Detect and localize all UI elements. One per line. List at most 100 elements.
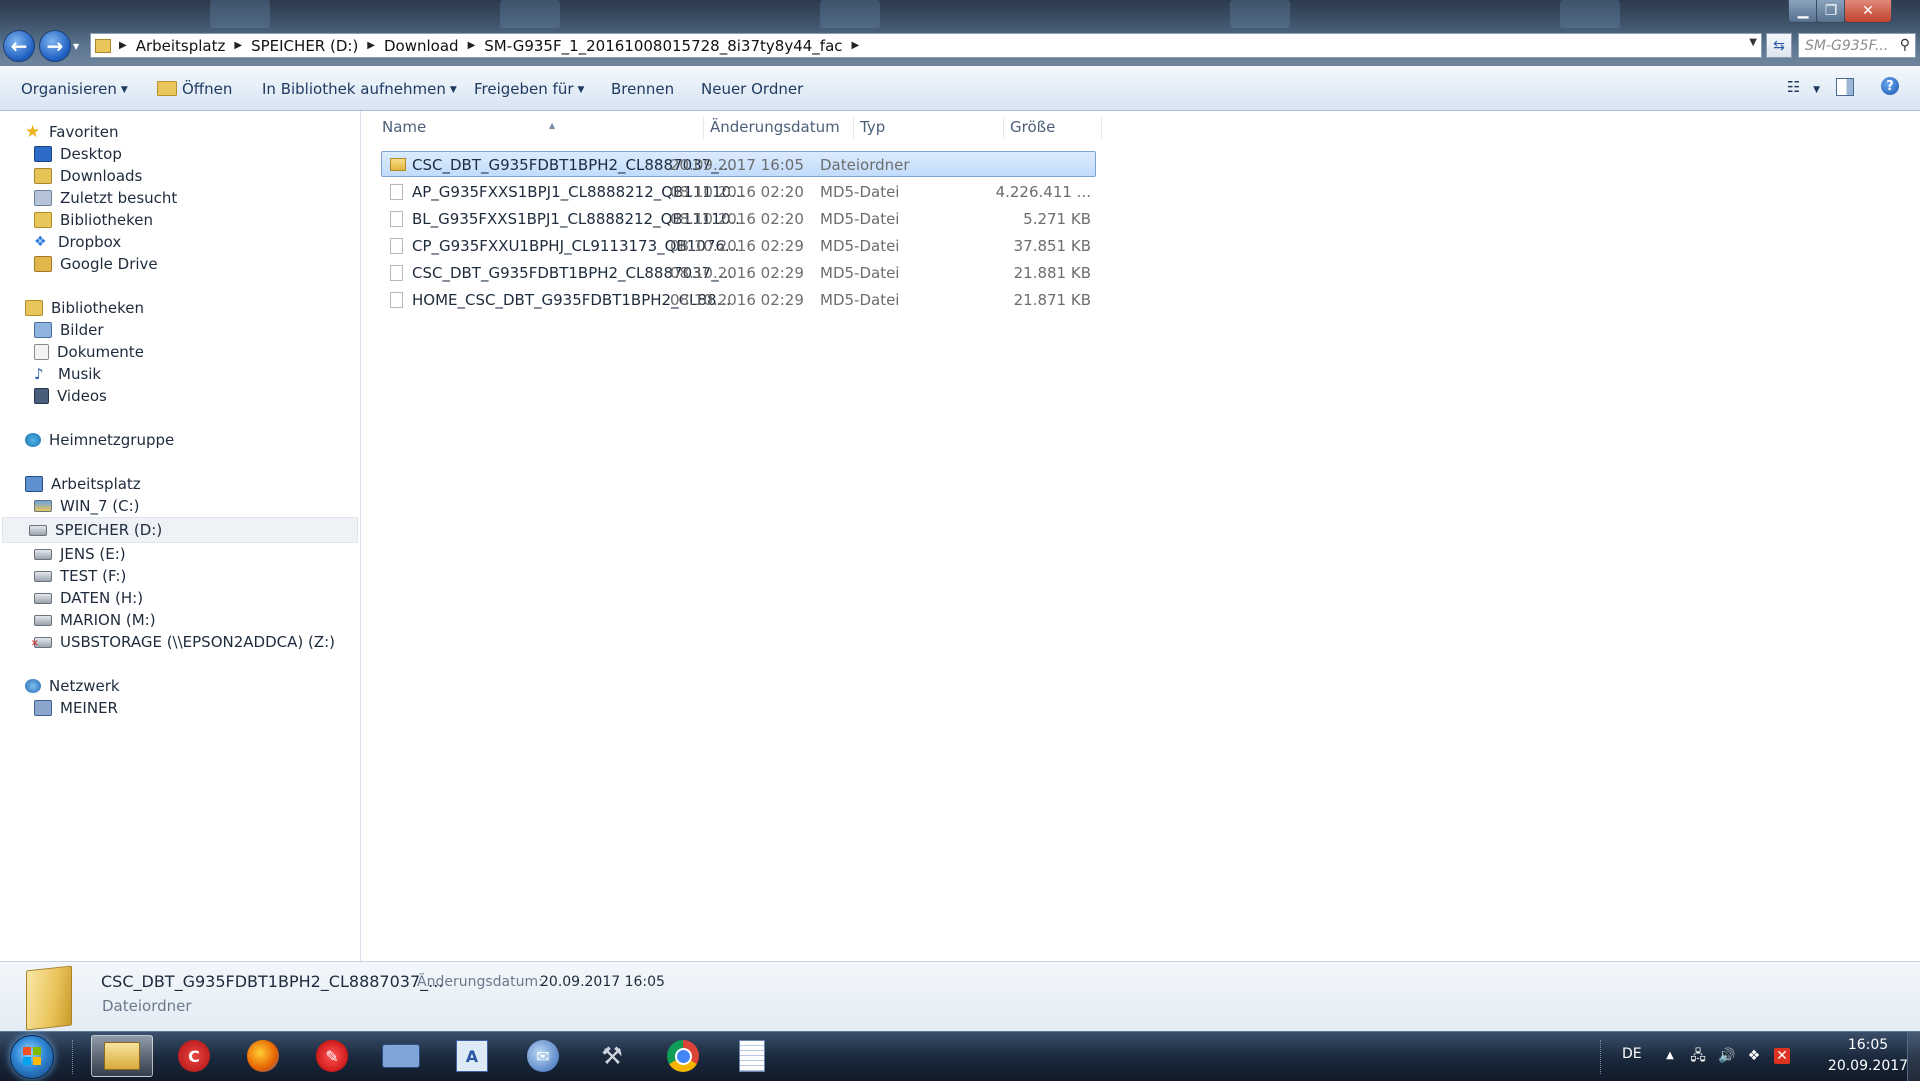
- taskbar-app-paint[interactable]: ✎: [301, 1035, 363, 1077]
- nav-libraries[interactable]: Bibliotheken: [25, 297, 144, 319]
- taskbar-keyboard[interactable]: [370, 1035, 432, 1077]
- minimize-button[interactable]: ▁: [1788, 0, 1818, 23]
- search-input[interactable]: SM-G935F... ⚲: [1798, 33, 1916, 58]
- nav-host-meiner[interactable]: MEINER: [34, 697, 118, 719]
- file-row[interactable]: HOME_CSC_DBT_G935FDBT1BPH2_CL88... 08.10…: [381, 286, 1096, 312]
- show-desktop-button[interactable]: [1907, 1032, 1920, 1081]
- show-hidden-icons-icon[interactable]: ▲: [1662, 1048, 1678, 1064]
- taskbar-chrome[interactable]: [652, 1035, 714, 1077]
- nav-network-label: Netzwerk: [49, 677, 120, 695]
- add-to-library-menu[interactable]: In Bibliothek aufnehmen ▼: [262, 80, 457, 98]
- recent-pages-chevron-icon[interactable]: ▼: [73, 42, 79, 51]
- breadcrumb-separator-icon[interactable]: ▶: [232, 40, 244, 51]
- nav-drive-z[interactable]: USBSTORAGE (\\EPSON2ADDCA) (Z:): [31, 631, 335, 653]
- help-icon: ?: [1886, 78, 1894, 94]
- breadcrumb-separator-icon[interactable]: ▶: [117, 40, 129, 51]
- nav-drive-f[interactable]: TEST (F:): [34, 565, 126, 587]
- details-name: CSC_DBT_G935FDBT1BPH2_CL8887037_...: [101, 972, 444, 991]
- taskbar-ccleaner[interactable]: C: [163, 1035, 225, 1077]
- start-button[interactable]: [10, 1035, 54, 1079]
- tool-icon: ⚒: [601, 1042, 623, 1070]
- clock-time[interactable]: 16:05: [1838, 1037, 1898, 1053]
- close-button[interactable]: ✕: [1844, 0, 1892, 23]
- breadcrumb-download[interactable]: Download: [377, 37, 466, 55]
- command-bar: Organisieren ▼ Öffnen In Bibliothek aufne…: [0, 66, 1920, 111]
- taskbar-explorer[interactable]: [91, 1035, 153, 1077]
- taskbar-firefox[interactable]: [232, 1035, 294, 1077]
- column-header-size[interactable]: Größe: [1004, 117, 1102, 139]
- change-view-button[interactable]: ☷ ▼: [1787, 78, 1820, 96]
- breadcrumb-speicher[interactable]: SPEICHER (D:): [244, 37, 365, 55]
- breadcrumb-separator-icon[interactable]: ▶: [365, 40, 377, 51]
- nav-drive-d[interactable]: SPEICHER (D:): [2, 517, 358, 543]
- back-button[interactable]: ←: [3, 30, 35, 62]
- file-row[interactable]: BL_G935FXXS1BPJ1_CL8888212_QB11110... 08…: [381, 205, 1096, 231]
- language-indicator[interactable]: DE: [1622, 1046, 1642, 1062]
- breadcrumb-separator-icon[interactable]: ▶: [466, 40, 478, 51]
- nav-item-label: Google Drive: [60, 255, 158, 273]
- organize-menu[interactable]: Organisieren ▼: [21, 80, 128, 98]
- nav-libraries-favorite[interactable]: Bibliotheken: [34, 209, 153, 231]
- refresh-button[interactable]: ⇆: [1766, 33, 1792, 58]
- new-folder-button[interactable]: Neuer Ordner: [701, 80, 803, 98]
- nav-google-drive[interactable]: Google Drive: [34, 253, 158, 275]
- nav-downloads[interactable]: Downloads: [34, 165, 142, 187]
- nav-item-label: JENS (E:): [60, 545, 126, 563]
- breadcrumb-current-folder[interactable]: SM-G935F_1_20161008015728_8i37ty8y44_fac: [477, 37, 849, 55]
- nav-item-label: SPEICHER (D:): [55, 521, 163, 539]
- taskbar-tool[interactable]: ⚒: [581, 1035, 643, 1077]
- help-button[interactable]: ?: [1881, 77, 1899, 95]
- open-button[interactable]: Öffnen: [157, 80, 232, 98]
- open-label: Öffnen: [182, 80, 233, 98]
- file-type: MD5-Datei: [820, 264, 900, 282]
- nav-drive-h[interactable]: DATEN (H:): [34, 587, 143, 609]
- breadcrumb-arbeitsplatz[interactable]: Arbeitsplatz: [129, 37, 233, 55]
- file-row[interactable]: CP_G935FXXU1BPHJ_CL9113173_QB1076... 08.…: [381, 232, 1096, 258]
- file-row[interactable]: CSC_DBT_G935FDBT1BPH2_CL8887037_... 20.0…: [381, 151, 1096, 177]
- nav-computer[interactable]: Arbeitsplatz: [25, 473, 141, 495]
- firefox-icon: [247, 1040, 279, 1072]
- address-bar[interactable]: ▶ Arbeitsplatz ▶ SPEICHER (D:) ▶ Downloa…: [90, 33, 1762, 58]
- burn-button[interactable]: Brennen: [611, 80, 674, 98]
- nav-dropbox[interactable]: ❖ Dropbox: [34, 231, 121, 253]
- tray-grip: [1600, 1040, 1605, 1074]
- forward-button[interactable]: →: [39, 30, 71, 62]
- column-header-type[interactable]: Typ: [854, 117, 1004, 139]
- nav-item-label: MEINER: [60, 699, 118, 717]
- nav-homegroup[interactable]: Heimnetzgruppe: [25, 429, 174, 451]
- maximize-button[interactable]: ❐: [1816, 0, 1846, 23]
- nav-desktop[interactable]: Desktop: [34, 143, 122, 165]
- volume-icon[interactable]: 🔊: [1718, 1048, 1735, 1064]
- nav-videos[interactable]: Videos: [34, 385, 107, 407]
- nav-favorites[interactable]: ★ Favoriten: [25, 121, 118, 143]
- file-type: MD5-Datei: [820, 183, 900, 201]
- taskbar-wordpad[interactable]: A: [441, 1035, 503, 1077]
- notepad-icon: [739, 1040, 765, 1072]
- taskbar-notepad[interactable]: [721, 1035, 783, 1077]
- nav-documents[interactable]: Dokumente: [34, 341, 144, 363]
- file-row[interactable]: AP_G935FXXS1BPJ1_CL8888212_QB11110... 08…: [381, 178, 1096, 204]
- nav-pictures[interactable]: Bilder: [34, 319, 104, 341]
- nav-drive-e[interactable]: JENS (E:): [34, 543, 126, 565]
- nav-drive-m[interactable]: MARION (M:): [34, 609, 156, 631]
- nav-music[interactable]: ♪ Musik: [34, 363, 101, 385]
- column-header-date[interactable]: Änderungsdatum: [704, 117, 854, 139]
- address-dropdown-icon[interactable]: ▼: [1749, 37, 1757, 48]
- breadcrumb-separator-icon[interactable]: ▶: [850, 40, 862, 51]
- nav-recent-places[interactable]: Zuletzt besucht: [34, 187, 177, 209]
- column-header-name[interactable]: ▲ Name: [376, 117, 704, 139]
- security-tray-icon[interactable]: ✕: [1774, 1048, 1790, 1064]
- nav-network[interactable]: Netzwerk: [25, 675, 120, 697]
- desktop-icon: [34, 146, 52, 162]
- folder-icon: [390, 158, 406, 171]
- network-tray-icon[interactable]: 🖧: [1690, 1048, 1706, 1064]
- nav-drive-c[interactable]: WIN_7 (C:): [34, 495, 140, 517]
- taskbar-thunderbird[interactable]: ✉: [512, 1035, 574, 1077]
- dropbox-tray-icon[interactable]: ❖: [1746, 1048, 1762, 1064]
- file-row[interactable]: CSC_DBT_G935FDBT1BPH2_CL8887037_... 08.1…: [381, 259, 1096, 285]
- share-menu[interactable]: Freigeben für ▼: [474, 80, 584, 98]
- refresh-icon: ⇆: [1773, 37, 1785, 54]
- clock-date[interactable]: 20.09.2017: [1818, 1058, 1918, 1074]
- search-icon[interactable]: ⚲: [1900, 37, 1910, 53]
- preview-pane-button[interactable]: [1836, 78, 1854, 96]
